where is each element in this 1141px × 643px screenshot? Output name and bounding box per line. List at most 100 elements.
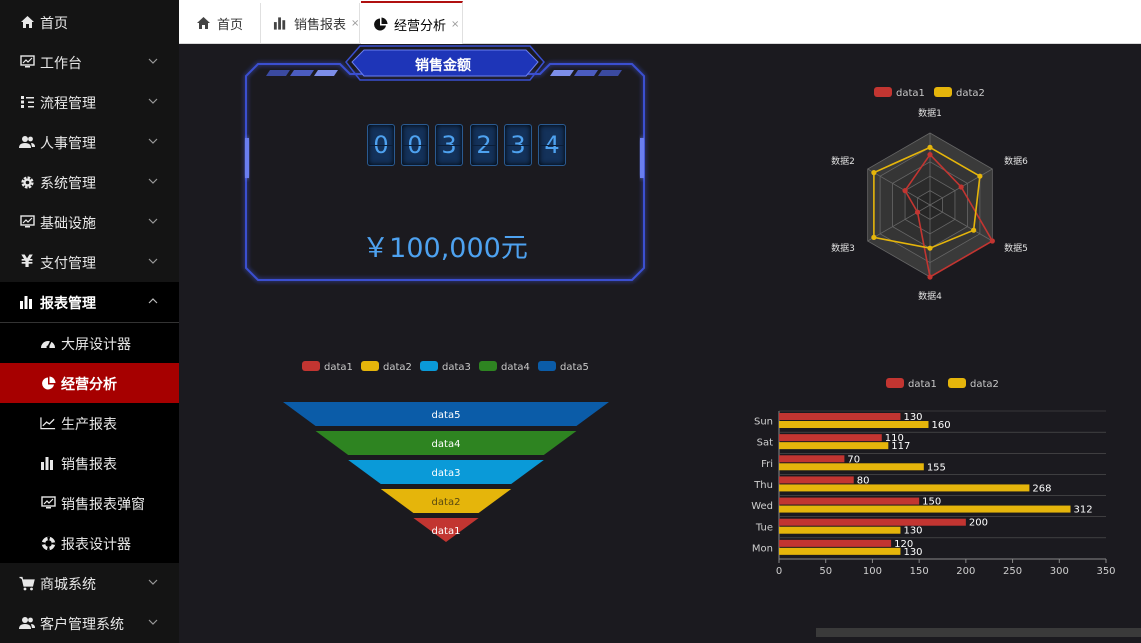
bar-value-label: 312 <box>1073 505 1092 516</box>
sidebar-item-home[interactable]: 首页 <box>0 2 179 42</box>
radar-point-data1 <box>958 184 964 190</box>
sidebar-item-label: 报表设计器 <box>61 537 131 553</box>
funnel-label-data4: data4 <box>432 439 461 450</box>
tab-label: 首页 <box>217 17 244 33</box>
legend-swatch-data5 <box>538 361 556 371</box>
yen-icon: ¥ <box>21 252 33 272</box>
sidebar-item-label: 支付管理 <box>40 256 96 272</box>
sidebar-item-label: 客户管理系统 <box>40 617 124 633</box>
bar-value-label: 130 <box>903 547 922 558</box>
legend-label-data4: data4 <box>501 362 530 373</box>
line-chart-icon <box>40 415 56 431</box>
sidebar-item-mall[interactable]: 商城系统 <box>0 563 179 603</box>
x-tick-label: 350 <box>1096 566 1115 577</box>
sidebar-item-label: 人事管理 <box>40 136 96 152</box>
horizontal-scrollbar[interactable] <box>816 628 1141 637</box>
sidebar-item-report-designer[interactable]: 报表设计器 <box>0 523 179 563</box>
sidebar-item-label: 首页 <box>40 16 68 32</box>
radar-indicator-label: 数据6 <box>1004 155 1028 167</box>
sidebar-item-crm[interactable]: 客户管理系统 <box>0 603 179 643</box>
users-icon <box>19 134 35 150</box>
sidebar-item-label: 商城系统 <box>40 577 96 593</box>
bar-data1 <box>779 455 845 463</box>
tab-business-analysis[interactable]: 经营分析 × <box>361 1 463 45</box>
lifebuoy-icon <box>40 535 56 551</box>
bar-data2 <box>779 463 924 471</box>
legend-swatch-data2 <box>934 87 952 97</box>
sidebar-item-label: 基础设施 <box>40 216 96 232</box>
chevron-down-icon <box>148 58 158 64</box>
radar-indicator-label: 数据4 <box>918 290 942 302</box>
sidebar-item-sales-report[interactable]: 销售报表 <box>0 443 179 483</box>
bar-value-label: 268 <box>1032 483 1051 494</box>
chevron-down-icon <box>148 258 158 264</box>
y-category-label: Thu <box>753 480 773 491</box>
bar-data1 <box>779 497 920 505</box>
sidebar-item-label: 销售报表 <box>61 457 117 473</box>
x-tick-label: 50 <box>819 566 832 577</box>
sidebar-item-system[interactable]: 系统管理 <box>0 162 179 202</box>
counter-title: 销售金额 <box>415 58 471 74</box>
radar-chart: data1 data2 数据1 数据6 数据5 数据4 数据3 数据2 <box>831 87 1028 302</box>
sidebar-item-production-report[interactable]: 生产报表 <box>0 403 179 443</box>
sidebar-item-process[interactable]: 流程管理 <box>0 82 179 122</box>
bar-data1 <box>779 518 966 526</box>
sidebar-item-workbench[interactable]: 工作台 <box>0 42 179 82</box>
radar-indicator-label: 数据5 <box>1004 242 1028 254</box>
chevron-down-icon <box>148 178 158 184</box>
digit-1: 0 <box>401 124 429 166</box>
y-category-label: Mon <box>752 543 773 554</box>
radar-indicator-label: 数据1 <box>918 107 942 119</box>
radar-point-data2 <box>871 234 877 240</box>
bar-data2 <box>779 547 901 555</box>
sidebar-item-screen-designer[interactable]: 大屏设计器 <box>0 323 179 363</box>
tab-sales-report[interactable]: 销售报表 × <box>261 3 360 43</box>
bar-data1 <box>779 539 892 547</box>
funnel-chart: data1 data2 data3 data4 data5 data5 data4 data3… <box>283 361 609 542</box>
legend-swatch-data2 <box>361 361 379 371</box>
radar-point-data1 <box>914 209 921 215</box>
sidebar-item-label: 销售报表弹窗 <box>61 497 145 513</box>
sidebar-item-payment[interactable]: ¥ 支付管理 <box>0 242 179 282</box>
digit-2: 3 <box>435 124 463 166</box>
sidebar-item-label: 大屏设计器 <box>61 337 131 353</box>
funnel-label-data1: data1 <box>432 526 461 537</box>
x-tick-label: 0 <box>776 566 782 577</box>
x-tick-label: 250 <box>1003 566 1022 577</box>
chevron-up-icon <box>148 298 158 304</box>
monitor-icon <box>19 54 35 70</box>
bar-data1 <box>779 413 901 420</box>
close-icon[interactable]: × <box>451 19 459 30</box>
sales-amount: ￥100,000元 <box>362 233 528 264</box>
sidebar: 首页 工作台 流程管理 人事管理 系统管理 基础设施 ¥ 支付管理 报表管理 大… <box>0 0 179 643</box>
tab-bar: 首页 销售报表 × 经营分析 × <box>179 0 1141 45</box>
legend-label-data1: data1 <box>908 379 937 390</box>
sidebar-item-sales-report-popup[interactable]: 销售报表弹窗 <box>0 483 179 523</box>
funnel-label-data5: data5 <box>432 410 461 421</box>
bar-value-label: 155 <box>927 462 946 473</box>
legend-label-data5: data5 <box>560 362 589 373</box>
pie-chart-icon <box>40 375 56 391</box>
sidebar-item-infrastructure[interactable]: 基础设施 <box>0 202 179 242</box>
sidebar-item-reports[interactable]: 报表管理 <box>0 282 179 322</box>
sidebar-item-business-analysis[interactable]: 经营分析 <box>0 363 179 403</box>
bar-data1 <box>779 476 854 484</box>
bar-value-label: 117 <box>891 441 910 452</box>
users-icon <box>19 615 35 631</box>
bar-data2 <box>779 526 901 534</box>
flow-icon <box>19 94 35 110</box>
radar-indicator-label: 数据3 <box>831 242 855 254</box>
sidebar-item-label: 工作台 <box>40 56 82 72</box>
sidebar-item-hr[interactable]: 人事管理 <box>0 122 179 162</box>
digit-5: 4 <box>538 124 566 166</box>
home-icon <box>19 14 35 30</box>
bar-value-label: 200 <box>969 518 988 529</box>
legend-label-data1: data1 <box>896 88 925 99</box>
digit-3: 2 <box>470 124 498 166</box>
tab-home[interactable]: 首页 <box>184 3 261 43</box>
legend-label-data2: data2 <box>956 88 985 99</box>
close-icon[interactable]: × <box>351 18 359 29</box>
y-category-label: Tue <box>755 522 773 533</box>
home-icon <box>196 16 211 31</box>
legend-swatch-data1 <box>302 361 320 371</box>
